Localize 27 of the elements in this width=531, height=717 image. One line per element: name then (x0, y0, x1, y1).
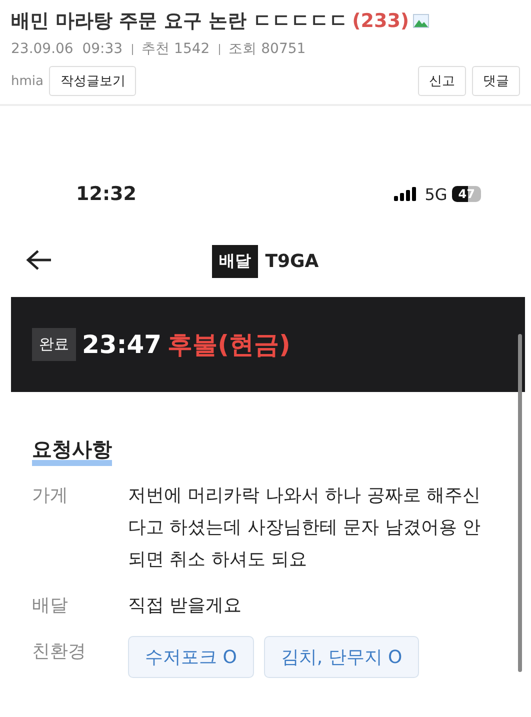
comment-count[interactable]: (233) (352, 10, 410, 32)
post-title: 배민 마라탕 주문 요구 논란 ㄷㄷㄷㄷㄷ (11, 9, 348, 34)
recommend-count: 추천 1542 (142, 40, 210, 58)
field-label: 배달 (32, 594, 69, 618)
option-chip: 수저포크 O (128, 636, 254, 678)
field-label: 친환경 (32, 640, 87, 664)
field-label: 가게 (32, 484, 69, 508)
section-heading: 요청사항 (32, 438, 112, 466)
field-value: 직접 받을게요 (128, 594, 243, 618)
network-label: 5G (424, 184, 448, 204)
signal-icon (394, 187, 418, 201)
order-time: 23:47 (82, 330, 162, 359)
post-date: 23.09.06 09:33 (11, 41, 123, 57)
option-chip: 김치, 단무지 O (264, 636, 420, 678)
author-name[interactable]: hmia (11, 74, 44, 88)
action-button[interactable]: 신고 (418, 66, 466, 96)
field-value: 저번에 머리카락 나와서 하나 공짜로 해주신다고 하셨는데 사장님한테 문자 남겼어용 안되면 취소 하셔도 되요 (128, 484, 482, 572)
back-arrow-icon[interactable] (26, 249, 52, 271)
order-code: T9GA (265, 250, 319, 272)
view-posts-button[interactable]: 작성글보기 (49, 66, 136, 96)
image-icon (413, 14, 430, 28)
view-count: 조회 80751 (228, 40, 306, 58)
delivery-tag: 배달 (212, 244, 258, 278)
payment-method: 후불(현금) (168, 329, 290, 361)
clock: 12:32 (76, 183, 136, 205)
status-badge: 완료 (32, 328, 76, 361)
action-button[interactable]: 댓글 (472, 66, 520, 96)
